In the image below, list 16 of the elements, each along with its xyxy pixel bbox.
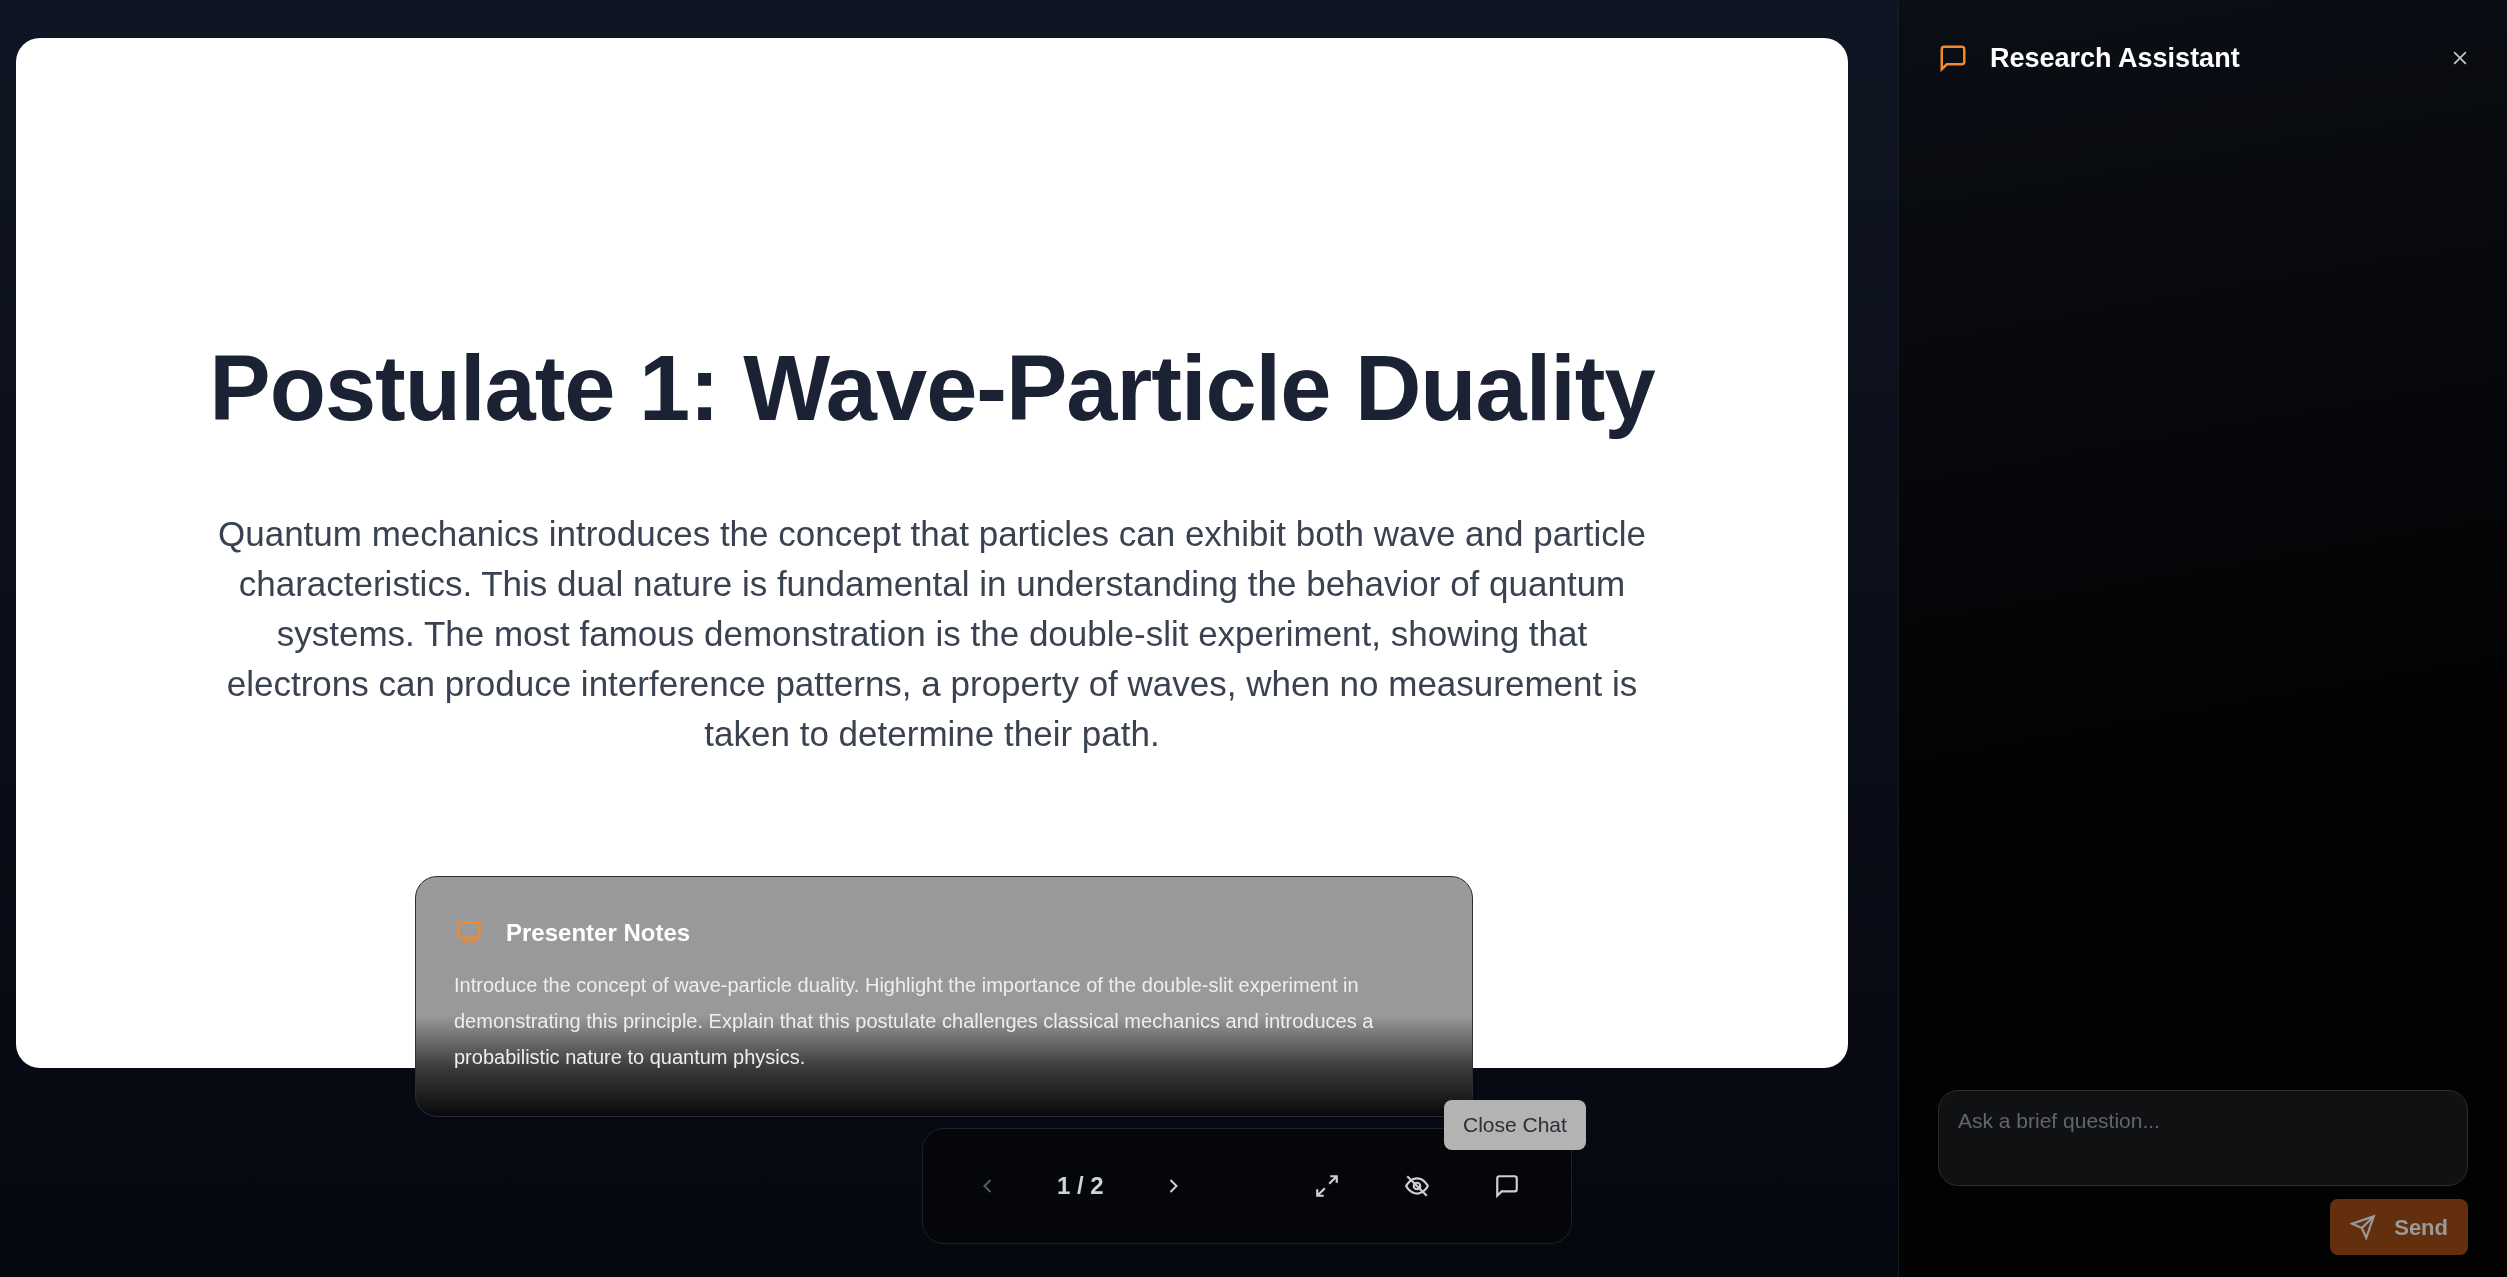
eye-off-icon [1404, 1173, 1430, 1199]
tooltip: Close Chat [1444, 1100, 1586, 1150]
message-icon [1938, 43, 1968, 73]
send-icon [2350, 1214, 2376, 1240]
notes-text: Introduce the concept of wave-particle duality. Highlight the importance of the double-slit experiment in demonstrating this principle. Explain that this postulate challenges classical mechanics and introduces a probabilistic nature to quantum physics. [454, 973, 1375, 1070]
slide-counter: 1 / 2 [1057, 1171, 1104, 1201]
message-icon [1494, 1173, 1520, 1199]
slide-body: Quantum mechanics introduces the concept that particles can exhibit both wave and particle characteristics. This dual nature is fundamental in understanding the behavior of quantum systems. The most famous demonstration is the double-slit experiment, showing that electrons can produce interference patterns, a property of waves, when no measurement is taken to determine their path. [217, 513, 1647, 756]
slide-title: Postulate 1: Wave-Particle Duality [209, 338, 1655, 440]
panel-title: Research Assistant [1990, 41, 2240, 75]
expand-icon [1314, 1173, 1340, 1199]
chevron-right-icon [1169, 1178, 1179, 1194]
chevron-left-icon [982, 1178, 992, 1194]
notes-title: Presenter Notes [506, 918, 691, 948]
question-field[interactable]: Ask a brief question... [1938, 1090, 2468, 1186]
presentation-icon [454, 919, 484, 947]
